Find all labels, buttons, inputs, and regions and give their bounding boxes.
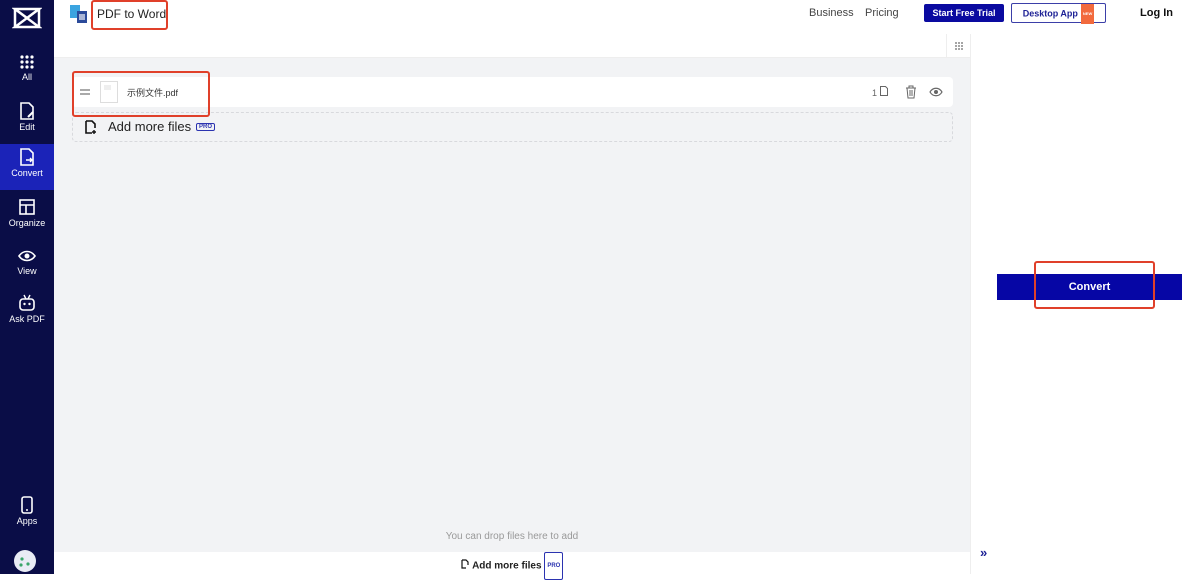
add-more-files-bottom-button[interactable]: Add more files PRO	[54, 552, 970, 580]
file-thumbnail	[100, 81, 118, 103]
start-free-trial-button[interactable]: Start Free Trial	[924, 4, 1004, 22]
sidebar-item-view[interactable]: View	[0, 244, 54, 290]
sidebar-label: Apps	[16, 516, 38, 526]
sidebar-item-ask-pdf[interactable]: Ask PDF	[0, 290, 54, 336]
file-row[interactable]: 示例文件.pdf 1	[72, 77, 953, 107]
page-count-value: 1	[872, 88, 878, 98]
sidebar-label: Edit	[19, 122, 35, 132]
file-name: 示例文件.pdf	[127, 88, 179, 98]
new-badge: NEW	[1080, 4, 1095, 24]
sidebar-label: All	[21, 72, 32, 82]
toolbar	[54, 34, 970, 58]
cookie-icon[interactable]	[13, 549, 37, 573]
sidebar-item-apps[interactable]: Apps	[0, 492, 54, 538]
sidebar: All Edit Convert Organize View Ask PDF A…	[0, 0, 54, 574]
collapse-panel-icon[interactable]: »	[980, 545, 987, 560]
bot-icon	[19, 294, 35, 311]
sidebar-item-edit[interactable]: Edit	[0, 98, 54, 144]
eye-icon	[18, 250, 36, 262]
sidebar-label: View	[17, 266, 37, 276]
add-more-files-label: Add more files	[472, 560, 542, 572]
file-workspace[interactable]: 示例文件.pdf 1 Add more files PRO You can dr…	[54, 34, 970, 552]
grid-icon	[20, 55, 34, 69]
grid-view-button[interactable]	[946, 34, 970, 58]
grid-icon	[955, 42, 963, 50]
header: PDF to Word Business Pricing Start Free …	[54, 0, 1200, 34]
convert-button[interactable]: Convert	[997, 274, 1182, 300]
add-more-files-button[interactable]: Add more files PRO	[72, 112, 953, 142]
sidebar-label: Convert	[11, 168, 43, 178]
add-file-icon	[461, 559, 469, 569]
page-title: PDF to Word	[97, 7, 167, 21]
sidebar-label: Ask PDF	[9, 314, 45, 324]
nav-business[interactable]: Business	[809, 7, 854, 19]
add-more-files-label: Add more files	[108, 119, 192, 134]
options-panel	[970, 34, 1200, 574]
sidebar-item-all[interactable]: All	[0, 50, 54, 96]
drag-handle-icon[interactable]	[80, 88, 90, 96]
logo-icon[interactable]	[12, 6, 42, 30]
trash-icon[interactable]	[905, 85, 917, 99]
login-link[interactable]: Log In	[1140, 7, 1173, 19]
pro-badge: PRO	[196, 123, 216, 131]
desktop-app-label: Desktop App	[1022, 8, 1078, 19]
phone-icon	[21, 496, 33, 514]
pdf-to-word-icon	[70, 5, 87, 23]
nav-pricing[interactable]: Pricing	[865, 7, 899, 19]
layout-icon	[19, 199, 35, 215]
eye-icon[interactable]	[929, 86, 943, 98]
add-file-icon	[85, 120, 96, 134]
convert-icon	[20, 148, 34, 166]
desktop-app-button[interactable]: Desktop App NEW	[1011, 3, 1106, 24]
page-icon	[879, 86, 888, 96]
sidebar-item-convert[interactable]: Convert	[0, 144, 54, 190]
pro-badge: PRO	[544, 552, 564, 580]
sidebar-label: Organize	[8, 218, 46, 228]
edit-icon	[20, 102, 34, 120]
drop-hint: You can drop files here to add	[445, 531, 579, 542]
sidebar-item-organize[interactable]: Organize	[0, 194, 54, 240]
page-count: 1	[872, 86, 888, 98]
